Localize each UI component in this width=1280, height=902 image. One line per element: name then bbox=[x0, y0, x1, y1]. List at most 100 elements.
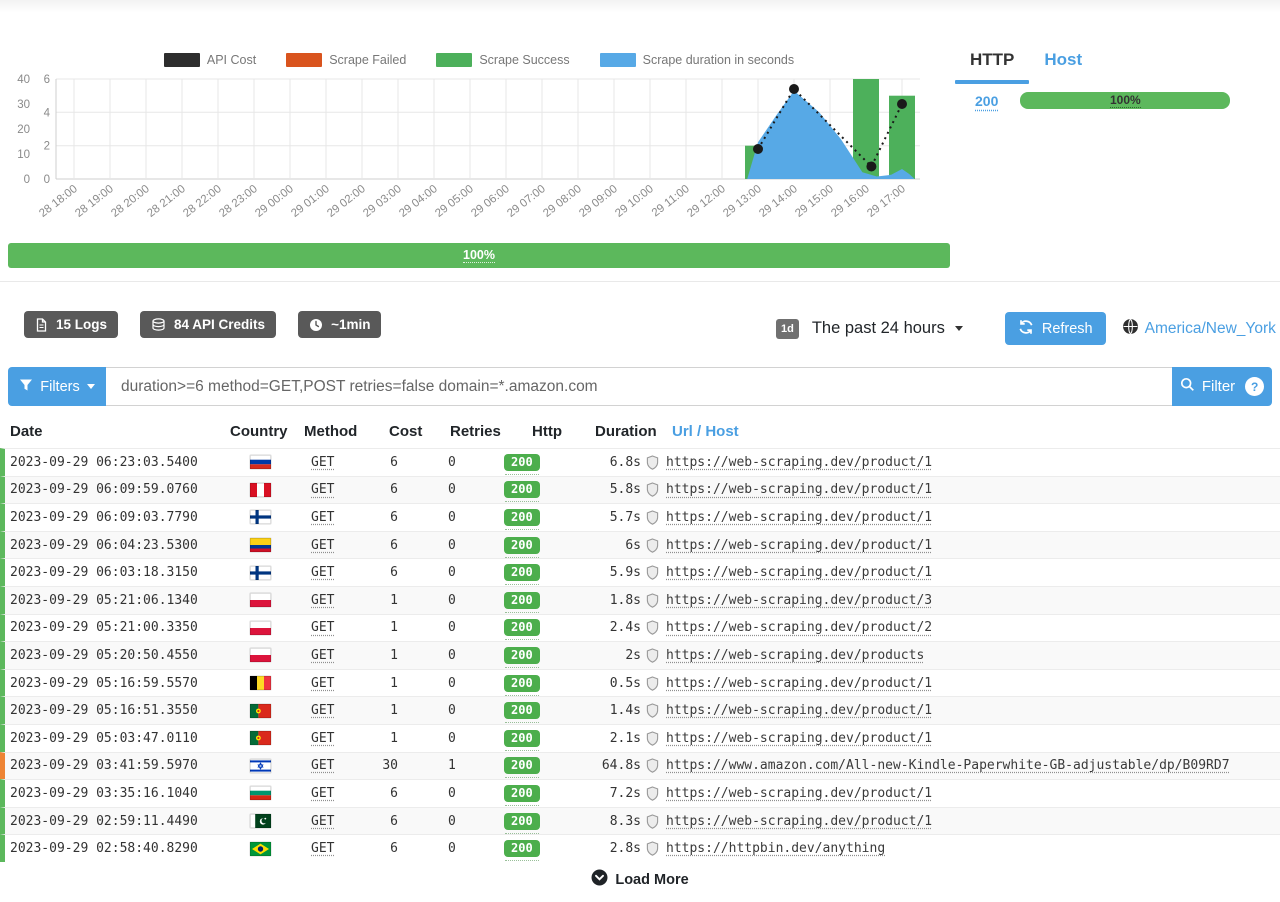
log-row[interactable]: 2023-09-29 05:21:00.3350GET102002.4shttp… bbox=[0, 614, 1280, 642]
flag-pt-icon bbox=[250, 697, 271, 724]
svg-text:29 02:00: 29 02:00 bbox=[325, 183, 368, 220]
filter-submit-button[interactable]: Filter ? bbox=[1172, 367, 1272, 406]
log-url-link[interactable]: https://web-scraping.dev/product/1 bbox=[666, 670, 932, 697]
legend-item-scrape-success[interactable]: Scrape Success bbox=[436, 53, 569, 67]
log-url-link[interactable]: https://web-scraping.dev/products bbox=[666, 642, 924, 669]
log-retries: 0 bbox=[448, 697, 456, 724]
log-cost: 1 bbox=[348, 642, 398, 669]
flag-pe-icon bbox=[250, 477, 271, 504]
column-header-method: Method bbox=[304, 423, 357, 440]
activity-chart: API Cost Scrape Failed Scrape Success Scrap… bbox=[8, 45, 950, 240]
svg-text:29 12:00: 29 12:00 bbox=[685, 183, 728, 220]
coins-icon bbox=[151, 318, 166, 332]
log-url-link[interactable]: https://www.amazon.com/All-new-Kindle-Pa… bbox=[666, 753, 1230, 780]
svg-text:28 23:00: 28 23:00 bbox=[217, 183, 260, 220]
filters-dropdown-button[interactable]: Filters bbox=[8, 367, 106, 406]
log-row[interactable]: 2023-09-29 05:20:50.4550GET102002shttps:… bbox=[0, 641, 1280, 669]
log-retries: 0 bbox=[448, 808, 456, 835]
svg-text:20: 20 bbox=[17, 124, 30, 136]
log-url-link[interactable]: https://web-scraping.dev/product/1 bbox=[666, 780, 932, 807]
column-header-date: Date bbox=[10, 423, 43, 440]
log-duration: 8.3s bbox=[557, 808, 641, 835]
column-header-duration: Duration bbox=[595, 423, 657, 440]
log-http-status: 200 bbox=[504, 587, 540, 614]
log-retries: 0 bbox=[448, 587, 456, 614]
log-row[interactable]: 2023-09-29 06:23:03.5400GET602006.8shttp… bbox=[0, 448, 1280, 476]
log-cost: 1 bbox=[348, 725, 398, 752]
search-icon bbox=[1180, 377, 1195, 396]
log-http-status: 200 bbox=[504, 449, 540, 476]
log-duration: 7.2s bbox=[557, 780, 641, 807]
log-date: 2023-09-29 06:09:59.0760 bbox=[10, 477, 198, 504]
log-row[interactable]: 2023-09-29 02:58:40.8290GET602002.8shttp… bbox=[0, 834, 1280, 862]
log-row[interactable]: 2023-09-29 05:03:47.0110GET102002.1shttp… bbox=[0, 724, 1280, 752]
log-url-link[interactable]: https://web-scraping.dev/product/1 bbox=[666, 532, 932, 559]
log-url-link[interactable]: https://web-scraping.dev/product/1 bbox=[666, 808, 932, 835]
log-duration: 2s bbox=[557, 642, 641, 669]
shield-icon bbox=[646, 504, 659, 531]
range-badge: 1d bbox=[776, 319, 799, 339]
log-http-status: 200 bbox=[504, 642, 540, 669]
log-row[interactable]: 2023-09-29 06:03:18.3150GET602005.9shttp… bbox=[0, 558, 1280, 586]
log-url-link[interactable]: https://web-scraping.dev/product/1 bbox=[666, 477, 932, 504]
file-icon bbox=[35, 318, 48, 332]
status-code-link[interactable]: 200 bbox=[975, 93, 998, 109]
log-url-link[interactable]: https://web-scraping.dev/product/1 bbox=[666, 449, 932, 476]
svg-text:29 14:00: 29 14:00 bbox=[757, 183, 800, 220]
log-row[interactable]: 2023-09-29 06:09:03.7790GET602005.7shttp… bbox=[0, 503, 1280, 531]
log-duration: 5.7s bbox=[557, 504, 641, 531]
time-range-dropdown[interactable]: The past 24 hours bbox=[812, 319, 963, 338]
legend-item-scrape-failed[interactable]: Scrape Failed bbox=[286, 53, 406, 67]
timezone-link[interactable]: America/New_York bbox=[1122, 318, 1276, 340]
refresh-button[interactable]: Refresh bbox=[1005, 312, 1106, 345]
status-percent-bar: 100% bbox=[1020, 92, 1230, 109]
scraping-logs-dashboard: API Cost Scrape Failed Scrape Success Scrap… bbox=[0, 0, 1280, 902]
chart-legend: API Cost Scrape Failed Scrape Success Scrap… bbox=[8, 53, 950, 67]
help-icon[interactable]: ? bbox=[1245, 377, 1264, 396]
log-method: GET bbox=[311, 642, 334, 669]
log-row[interactable]: 2023-09-29 03:35:16.1040GET602007.2shttp… bbox=[0, 779, 1280, 807]
log-url-link[interactable]: https://httpbin.dev/anything bbox=[666, 835, 885, 862]
column-header-url-host[interactable]: Url / Host bbox=[672, 423, 739, 440]
log-row[interactable]: 2023-09-29 03:41:59.5970GET30120064.8sht… bbox=[0, 752, 1280, 780]
log-method: GET bbox=[311, 780, 334, 807]
filter-query-input[interactable] bbox=[106, 367, 1172, 406]
svg-text:29 03:00: 29 03:00 bbox=[361, 183, 404, 220]
log-url-link[interactable]: https://web-scraping.dev/product/2 bbox=[666, 615, 932, 642]
log-row[interactable]: 2023-09-29 05:16:51.3550GET102001.4shttp… bbox=[0, 696, 1280, 724]
log-date: 2023-09-29 06:04:23.5300 bbox=[10, 532, 198, 559]
svg-text:29 04:00: 29 04:00 bbox=[397, 183, 440, 220]
flag-fi-icon bbox=[250, 559, 271, 586]
log-row[interactable]: 2023-09-29 02:59:11.4490GET602008.3shttp… bbox=[0, 807, 1280, 835]
svg-text:29 13:00: 29 13:00 bbox=[721, 183, 764, 220]
svg-text:4: 4 bbox=[44, 107, 51, 119]
tab-host[interactable]: Host bbox=[1029, 45, 1097, 84]
log-retries: 0 bbox=[448, 449, 456, 476]
log-url-link[interactable]: https://web-scraping.dev/product/3 bbox=[666, 587, 932, 614]
log-http-status: 200 bbox=[504, 753, 540, 780]
svg-text:29 17:00: 29 17:00 bbox=[865, 183, 908, 220]
log-url-link[interactable]: https://web-scraping.dev/product/1 bbox=[666, 697, 932, 724]
log-row[interactable]: 2023-09-29 05:21:06.1340GET102001.8shttp… bbox=[0, 586, 1280, 614]
log-method: GET bbox=[311, 449, 334, 476]
log-retries: 0 bbox=[448, 504, 456, 531]
funnel-icon bbox=[19, 378, 33, 396]
svg-text:28 18:00: 28 18:00 bbox=[37, 183, 80, 220]
stat-label: 84 API Credits bbox=[174, 317, 265, 332]
log-date: 2023-09-29 06:23:03.5400 bbox=[10, 449, 198, 476]
tab-http[interactable]: HTTP bbox=[955, 45, 1029, 84]
stats-row: 15 Logs84 API Credits~1min bbox=[24, 311, 381, 338]
http-status-breakdown: 200 100% bbox=[955, 92, 1280, 109]
legend-item-api-cost[interactable]: API Cost bbox=[164, 53, 256, 67]
log-url-link[interactable]: https://web-scraping.dev/product/1 bbox=[666, 725, 932, 752]
flag-pk-icon bbox=[250, 808, 271, 835]
log-url-link[interactable]: https://web-scraping.dev/product/1 bbox=[666, 559, 932, 586]
log-row[interactable]: 2023-09-29 05:16:59.5570GET102000.5shttp… bbox=[0, 669, 1280, 697]
legend-swatch bbox=[600, 53, 636, 67]
log-row[interactable]: 2023-09-29 06:09:59.0760GET602005.8shttp… bbox=[0, 476, 1280, 504]
flag-ru-icon bbox=[250, 449, 271, 476]
load-more-button[interactable]: Load More bbox=[0, 869, 1280, 890]
legend-item-scrape-duration-in-seconds[interactable]: Scrape duration in seconds bbox=[600, 53, 794, 67]
log-row[interactable]: 2023-09-29 06:04:23.5300GET602006shttps:… bbox=[0, 531, 1280, 559]
log-url-link[interactable]: https://web-scraping.dev/product/1 bbox=[666, 504, 932, 531]
